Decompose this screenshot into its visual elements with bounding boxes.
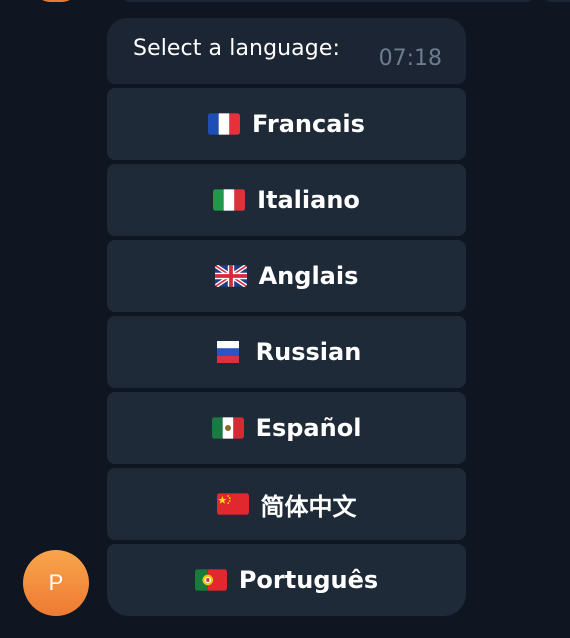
language-label: Russian bbox=[255, 338, 362, 366]
china-flag-icon bbox=[216, 493, 249, 515]
mexico-flag-icon bbox=[211, 417, 244, 439]
message-text: Select a language: bbox=[133, 36, 340, 61]
language-label: 简体中文 bbox=[260, 492, 357, 521]
language-label: Francais bbox=[252, 110, 365, 138]
language-label: Anglais bbox=[258, 262, 359, 290]
previous-avatar-edge bbox=[34, 0, 78, 2]
message-timestamp: 07:18 bbox=[378, 46, 442, 71]
language-button-anglais[interactable]: Anglais bbox=[107, 240, 466, 312]
language-button-italiano[interactable]: Italiano bbox=[107, 164, 466, 236]
language-button-francais[interactable]: Francais bbox=[107, 88, 466, 160]
language-button-chinese[interactable]: 简体中文 bbox=[107, 468, 466, 540]
language-label: Español bbox=[255, 414, 362, 442]
italy-flag-icon bbox=[213, 189, 246, 211]
portugal-flag-icon bbox=[194, 569, 227, 591]
language-label: Italiano bbox=[257, 186, 360, 214]
france-flag-icon bbox=[208, 113, 241, 135]
bot-message-bubble: Select a language: 07:18 bbox=[107, 18, 466, 84]
language-button-russian[interactable]: Russian bbox=[107, 316, 466, 388]
language-button-portugues[interactable]: Português bbox=[107, 544, 466, 616]
language-label: Português bbox=[238, 566, 379, 594]
sender-avatar[interactable]: P bbox=[23, 550, 89, 616]
language-button-espanol[interactable]: Español bbox=[107, 392, 466, 464]
avatar-initial: P bbox=[48, 570, 64, 595]
previous-message-edge bbox=[120, 0, 536, 2]
previous-message-edge-right bbox=[543, 0, 570, 2]
russia-flag-icon bbox=[212, 341, 244, 363]
uk-flag-icon bbox=[214, 265, 247, 287]
